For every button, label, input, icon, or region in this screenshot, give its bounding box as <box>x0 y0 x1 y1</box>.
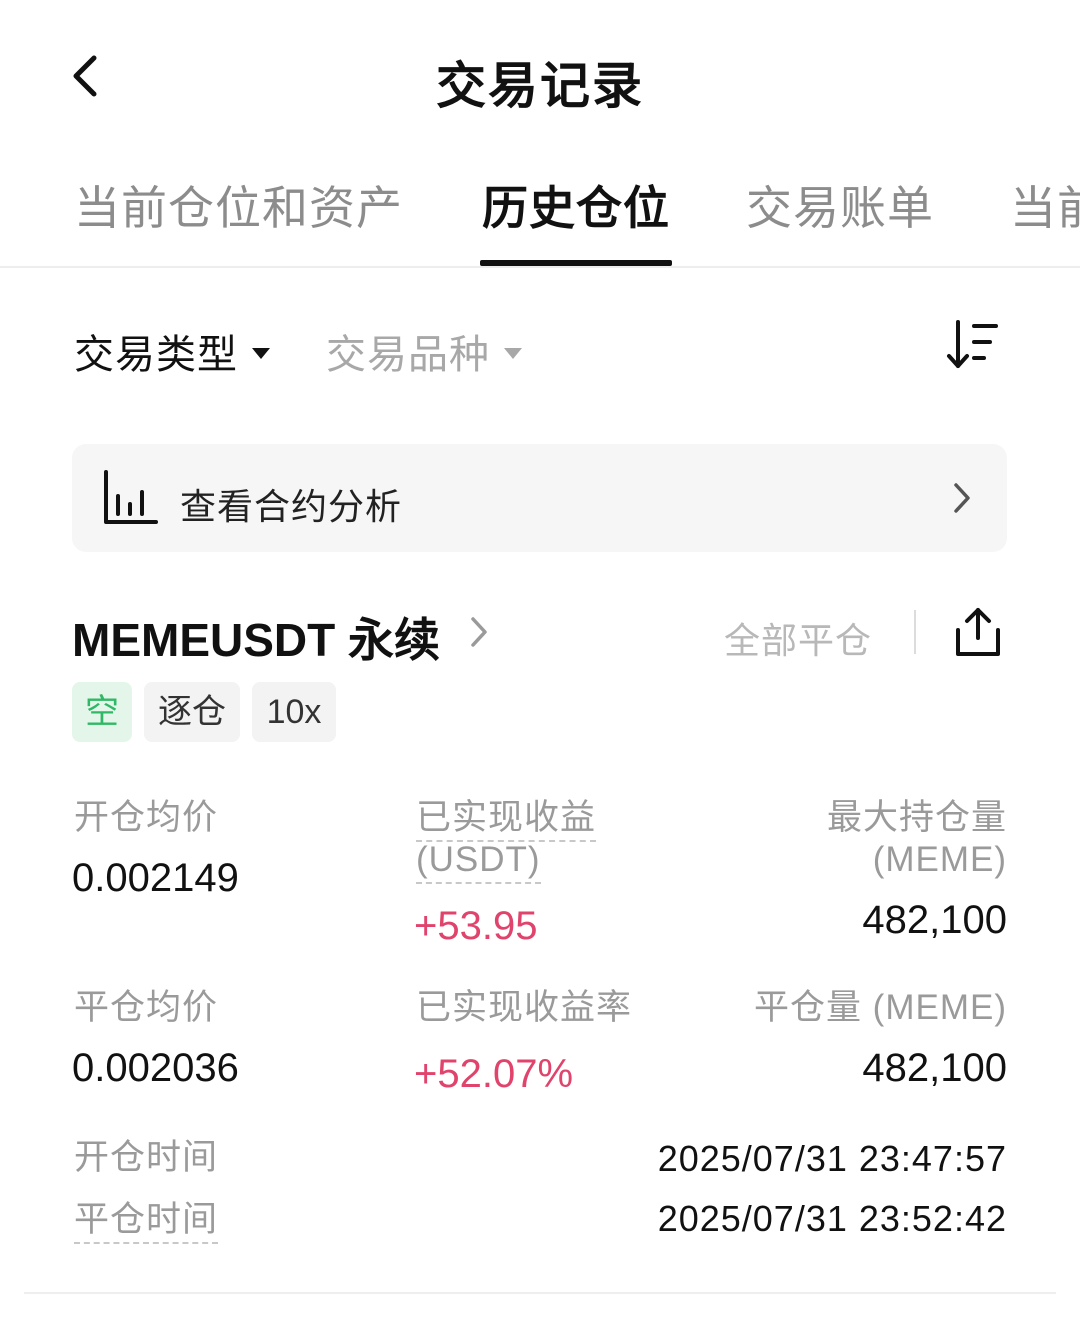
share-button[interactable] <box>952 604 1004 660</box>
close-time-value: 2025/07/31 23:52:42 <box>657 1198 1007 1239</box>
realized-pnl-label[interactable]: 已实现收益 <box>416 796 597 842</box>
realized-pnl-unit-label[interactable]: (USDT) <box>416 838 541 884</box>
contract-analysis-link[interactable]: 查看合约分析 <box>72 444 1007 552</box>
contract-analysis-label: 查看合约分析 <box>180 486 403 527</box>
position-symbol[interactable]: MEMEUSDT 永续 <box>72 604 440 670</box>
trade-records-page: 交易记录 当前仓位和资产 历史仓位 交易账单 当前 交易类型 交易品种 <box>0 0 1080 1336</box>
page-title: 交易记录 <box>436 58 644 114</box>
sort-descending-icon <box>947 320 998 368</box>
caret-down-icon <box>504 347 522 359</box>
tab-history-positions[interactable]: 历史仓位 <box>482 172 670 238</box>
open-avg-price-value: 0.002149 <box>72 856 239 900</box>
sort-button[interactable] <box>944 318 1000 372</box>
active-tab-indicator <box>480 260 672 266</box>
realized-pnl-value: +53.95 <box>414 904 538 948</box>
realized-pnl-rate-label: 已实现收益率 <box>416 988 633 1027</box>
chevron-right-icon[interactable] <box>468 614 490 650</box>
close-all-button[interactable]: 全部平仓 <box>724 612 872 664</box>
realized-pnl-rate-value: +52.07% <box>414 1052 574 1096</box>
trade-symbol-filter[interactable]: 交易品种 <box>326 322 522 380</box>
tab-current-positions[interactable]: 当前仓位和资产 <box>74 172 403 238</box>
divider <box>914 610 916 654</box>
trade-type-label: 交易类型 <box>74 333 238 377</box>
header: 交易记录 <box>0 0 1080 150</box>
close-avg-price-value: 0.002036 <box>72 1046 239 1090</box>
close-amount-label: 平仓量 (MEME) <box>753 988 1007 1027</box>
share-upload-icon <box>956 608 1000 656</box>
caret-down-icon <box>252 347 270 359</box>
chevron-right-icon <box>954 483 970 513</box>
side-tag: 空 <box>72 682 132 742</box>
margin-mode-tag: 逐仓 <box>144 682 240 742</box>
tab-trade-bills[interactable]: 交易账单 <box>746 172 934 238</box>
trade-symbol-label: 交易品种 <box>326 333 490 377</box>
close-avg-price-label: 平仓均价 <box>74 988 219 1027</box>
bar-chart-icon <box>104 470 158 524</box>
tab-current-orders[interactable]: 当前 <box>1010 172 1080 238</box>
open-avg-price-label: 开仓均价 <box>74 798 219 837</box>
max-position-value: 482,100 <box>862 898 1007 942</box>
card-divider <box>24 1292 1056 1294</box>
trade-type-filter[interactable]: 交易类型 <box>74 322 270 380</box>
close-time-label[interactable]: 平仓时间 <box>74 1198 219 1244</box>
tab-bar: 当前仓位和资产 历史仓位 交易账单 当前 <box>0 170 1080 268</box>
leverage-tag: 10x <box>252 682 336 742</box>
max-position-label: 最大持仓量 <box>826 798 1007 837</box>
max-position-unit-label: (MEME) <box>872 840 1007 879</box>
open-time-label: 开仓时间 <box>74 1138 219 1177</box>
open-time-value: 2025/07/31 23:47:57 <box>657 1138 1007 1179</box>
close-amount-value: 482,100 <box>862 1046 1007 1090</box>
